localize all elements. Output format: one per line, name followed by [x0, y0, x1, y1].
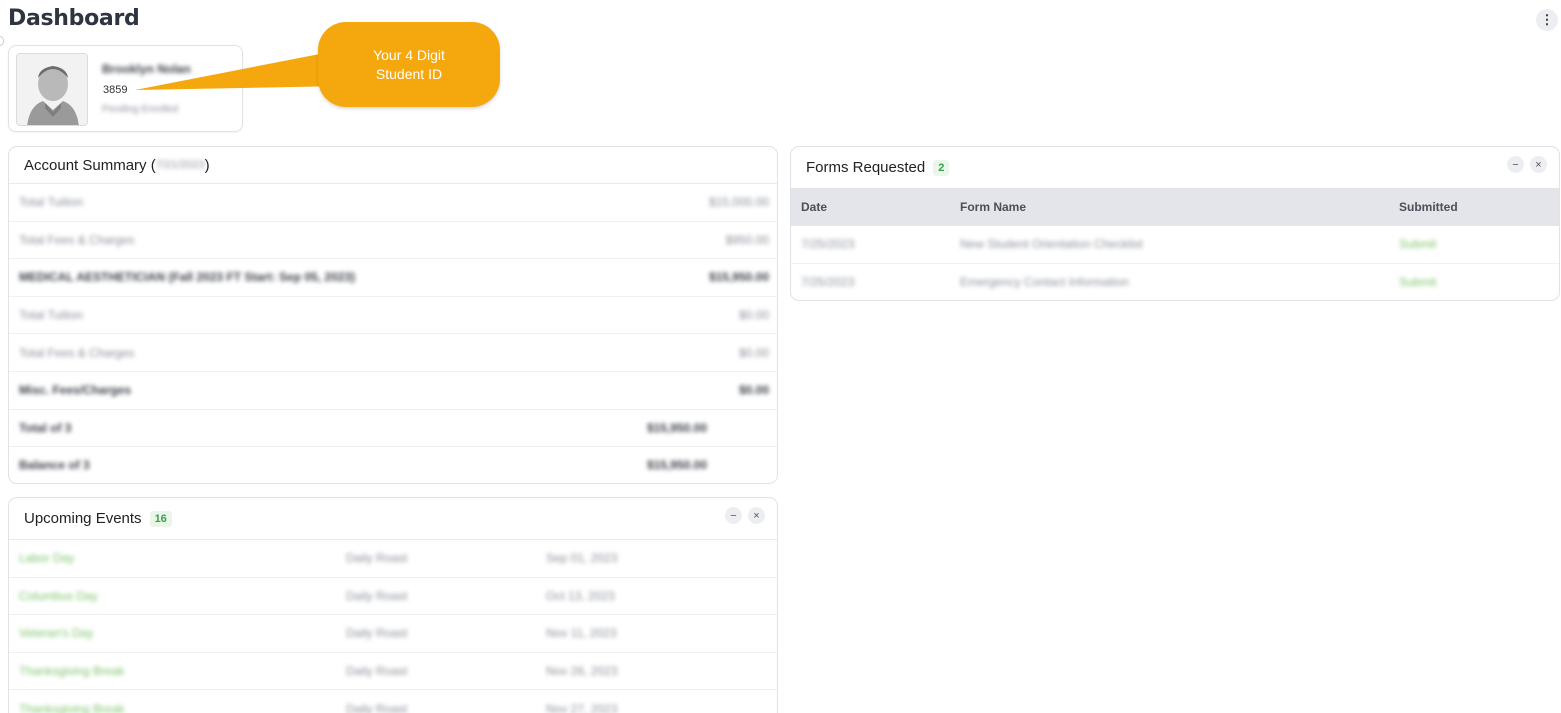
form-submitted-status[interactable]: Submit: [1399, 275, 1436, 289]
event-name[interactable]: Veteran's Day: [19, 626, 93, 640]
event-row[interactable]: Columbus Day Daily Roast Oct 13, 2023: [9, 578, 777, 616]
forms-requested-header: Forms Requested 2 − ×: [791, 147, 1559, 188]
upcoming-events-header: Upcoming Events 16 − ×: [9, 498, 777, 540]
account-summary-header: Account Summary ( 7/21/2023 ): [9, 147, 777, 184]
event-date: Nov 11, 2023: [546, 626, 617, 641]
form-row[interactable]: 7/25/2023 New Student Orientation Checkli…: [791, 226, 1559, 264]
event-name[interactable]: Thanksgiving Break: [19, 702, 124, 713]
account-summary-title-end: ): [204, 156, 210, 174]
forms-requested-title: Forms Requested: [806, 159, 926, 176]
account-summary-label: Total Tuition: [19, 308, 84, 323]
default-user-icon: [17, 54, 87, 125]
form-name: Emergency Contact Information: [960, 274, 1129, 289]
account-summary-label: Total Tuition: [19, 195, 84, 210]
account-summary-amount: $0.00: [738, 345, 769, 360]
account-summary-row: Misc. Fees/Charges $0.00: [9, 372, 777, 410]
event-type: Daily Roast: [346, 626, 408, 641]
account-summary-row: MEDICAL AESTHETICIAN (Fall 2023 FT Start…: [9, 259, 777, 297]
column-header-date[interactable]: Date: [801, 200, 827, 214]
form-date: 7/25/2023: [801, 237, 855, 252]
callout-line-2: Student ID: [375, 65, 443, 82]
event-date: Nov 27, 2023: [546, 701, 618, 713]
event-name[interactable]: Columbus Day: [19, 589, 98, 603]
upcoming-events-panel: Upcoming Events 16 − × Labor Day Daily Ro…: [8, 497, 778, 713]
close-icon[interactable]: ×: [748, 507, 765, 524]
event-row[interactable]: Thanksgiving Break Daily Roast Nov 27, 202…: [9, 690, 777, 713]
event-date: Nov 26, 2023: [546, 664, 618, 679]
column-header-submitted[interactable]: Submitted: [1399, 200, 1458, 214]
account-summary-label: Total Fees & Charges: [19, 232, 135, 247]
forms-requested-panel: Forms Requested 2 − × Date Form Name Sub…: [790, 146, 1560, 301]
close-icon[interactable]: ×: [1530, 156, 1547, 173]
event-row[interactable]: Veteran's Day Daily Roast Nov 11, 2023: [9, 615, 777, 653]
student-status: Pending Enrolled: [102, 104, 179, 115]
form-submitted-status[interactable]: Submit: [1399, 237, 1436, 251]
form-row[interactable]: 7/25/2023 Emergency Contact Information Su…: [791, 264, 1559, 301]
student-id-callout: Your 4 Digit Student ID: [318, 22, 500, 107]
account-summary-date: 7/21/2023: [155, 159, 205, 171]
account-summary-amount: $15,950.00: [646, 420, 707, 435]
more-options-icon[interactable]: ⋮: [1536, 9, 1558, 31]
sidebar-toggle-handle[interactable]: [0, 36, 4, 46]
upcoming-events-title: Upcoming Events: [24, 510, 142, 527]
account-summary-panel: Account Summary ( 7/21/2023 ) Total Tuit…: [8, 146, 778, 484]
account-summary-row: Total Tuition $15,000.00: [9, 184, 777, 222]
forms-requested-count: 2: [933, 159, 950, 176]
account-summary-amount: $15,000.00: [708, 195, 769, 210]
student-name: Brooklyn Nolan: [102, 62, 191, 76]
account-summary-row: Total of 3 $15,950.00: [9, 410, 777, 448]
account-summary-amount: $950.00: [725, 232, 769, 247]
event-type: Daily Roast: [346, 701, 408, 713]
account-summary-amount: $15,950.00: [646, 458, 707, 473]
event-type: Daily Roast: [346, 588, 408, 603]
account-summary-row: Total Fees & Charges $0.00: [9, 334, 777, 372]
account-summary-title: Account Summary (: [24, 156, 156, 174]
forms-table-header: Date Form Name Submitted: [791, 188, 1559, 226]
student-profile-card: Brooklyn Nolan 3859 Pending Enrolled: [8, 45, 243, 132]
upcoming-events-count: 16: [149, 510, 172, 527]
account-summary-label: Misc. Fees/Charges: [19, 383, 132, 398]
account-summary-row: Balance of 3 $15,950.00: [9, 447, 777, 483]
avatar: [16, 53, 88, 126]
event-type: Daily Roast: [346, 664, 408, 679]
account-summary-amount: $0.00: [738, 308, 769, 323]
event-name[interactable]: Labor Day: [19, 551, 74, 565]
event-date: Oct 13, 2023: [546, 588, 615, 603]
account-summary-row: Total Fees & Charges $950.00: [9, 222, 777, 260]
account-summary-row: Total Tuition $0.00: [9, 297, 777, 335]
event-date: Sep 01, 2023: [546, 551, 618, 566]
form-name: New Student Orientation Checklist: [960, 237, 1143, 252]
column-header-form-name[interactable]: Form Name: [960, 200, 1026, 214]
event-row[interactable]: Labor Day Daily Roast Sep 01, 2023: [9, 540, 777, 578]
account-summary-label: Total Fees & Charges: [19, 345, 135, 360]
minimize-icon[interactable]: −: [1507, 156, 1524, 173]
student-id: 3859: [103, 84, 128, 96]
form-date: 7/25/2023: [801, 274, 855, 289]
event-row[interactable]: Thanksgiving Break Daily Roast Nov 26, 202…: [9, 653, 777, 691]
account-summary-amount: $0.00: [738, 383, 769, 398]
event-name[interactable]: Thanksgiving Break: [19, 664, 124, 678]
account-summary-amount: $15,950.00: [708, 270, 769, 285]
page-title: Dashboard: [8, 6, 140, 31]
account-summary-label: MEDICAL AESTHETICIAN (Fall 2023 FT Start…: [19, 270, 356, 285]
minimize-icon[interactable]: −: [725, 507, 742, 524]
callout-line-1: Your 4 Digit: [373, 47, 445, 64]
event-type: Daily Roast: [346, 551, 408, 566]
